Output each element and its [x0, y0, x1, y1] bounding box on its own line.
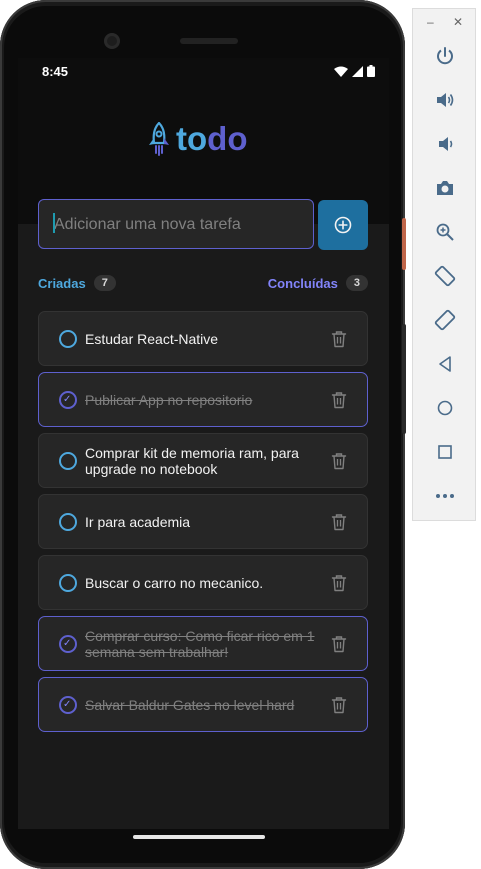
trash-icon[interactable] [331, 574, 347, 592]
back-icon [439, 356, 451, 372]
volume-down-icon [439, 137, 453, 151]
overview-button[interactable] [431, 438, 459, 466]
unchecked-circle-icon[interactable] [59, 329, 77, 348]
earpiece-speaker [180, 38, 238, 44]
add-task-button[interactable] [318, 200, 368, 250]
phone-frame: 8:45 todo Adicionar uma nova tarefa Cria… [0, 0, 406, 869]
front-camera [104, 33, 120, 49]
window-controls: – ✕ [413, 15, 475, 31]
done-label: Concluídas [267, 275, 338, 291]
task-text: Buscar o carro no mecanico. [85, 574, 264, 591]
logo-text-do: do [207, 120, 248, 157]
task-counters: Criadas 7 Concluídas 3 [38, 275, 368, 295]
back-button[interactable] [431, 350, 459, 378]
status-bar: 8:45 [18, 58, 389, 84]
more-button[interactable] [431, 482, 459, 510]
task-text: Salvar Baldur Gates no level hard [85, 696, 295, 713]
minimize-icon[interactable]: – [427, 15, 434, 29]
rotate-right-button[interactable] [431, 306, 459, 334]
new-task-form: Adicionar uma nova tarefa [38, 199, 368, 251]
app-screen: 8:45 todo Adicionar uma nova tarefa Cria… [18, 58, 389, 829]
volume-up-button[interactable] [431, 86, 459, 114]
check-icon: ✓ [63, 393, 72, 405]
app-logo: todo [148, 120, 247, 158]
task-item[interactable]: Estudar React-Native [38, 311, 368, 366]
wifi-icon [334, 66, 348, 77]
plus-circle-icon [334, 216, 352, 234]
rotate-left-button[interactable] [431, 262, 459, 290]
text-caret [53, 213, 55, 233]
trash-icon[interactable] [331, 330, 347, 348]
power-button[interactable] [431, 42, 459, 70]
task-item[interactable]: ✓ Comprar curso: Como ficar rico em 1 sem… [38, 616, 368, 671]
rocket-icon [149, 122, 169, 156]
new-task-input[interactable]: Adicionar uma nova tarefa [38, 199, 314, 249]
overview-icon [438, 445, 452, 459]
logo-text-to: to [176, 120, 208, 157]
trash-icon[interactable] [331, 513, 347, 531]
zoom-button[interactable] [431, 218, 459, 246]
checked-circle-icon[interactable]: ✓ [59, 390, 77, 409]
task-list: Estudar React-Native ✓ Publicar App no rep… [38, 311, 368, 738]
status-icons [334, 65, 375, 77]
volume-down-button[interactable] [431, 130, 459, 158]
created-label: Criadas [38, 275, 86, 291]
checked-circle-icon[interactable]: ✓ [59, 695, 77, 714]
close-icon[interactable]: ✕ [453, 15, 463, 29]
task-item[interactable]: Comprar kit de memoria ram, para upgrade… [38, 433, 368, 488]
screenshot-button[interactable] [431, 174, 459, 202]
task-item[interactable]: Buscar o carro no mecanico. [38, 555, 368, 610]
created-count-badge: 7 [93, 275, 116, 291]
task-text: Comprar kit de memoria ram, para upgrade… [85, 444, 299, 477]
created-counter: Criadas 7 [38, 275, 116, 291]
task-text: Comprar curso: Como ficar rico em 1 sema… [85, 627, 315, 660]
status-time: 8:45 [42, 64, 69, 79]
task-text: Ir para academia [85, 513, 191, 530]
power-side-button [402, 218, 406, 270]
task-item[interactable]: ✓ Publicar App no repositorio [38, 372, 368, 427]
emulator-toolbar: – ✕ [412, 8, 476, 521]
volume-up-icon [437, 93, 454, 107]
task-text: Estudar React-Native [85, 330, 219, 347]
trash-icon[interactable] [331, 635, 347, 653]
task-text: Publicar App no repositorio [85, 391, 253, 408]
trash-icon[interactable] [331, 696, 347, 714]
done-count-badge: 3 [345, 275, 368, 291]
power-icon [437, 47, 453, 65]
checked-circle-icon[interactable]: ✓ [59, 634, 77, 653]
trash-icon[interactable] [331, 452, 347, 470]
zoom-icon [436, 223, 454, 241]
home-button[interactable] [431, 394, 459, 422]
rotate-left-icon [434, 265, 456, 287]
unchecked-circle-icon[interactable] [59, 573, 77, 592]
home-icon [437, 400, 453, 416]
signal-icon [352, 65, 363, 77]
unchecked-circle-icon[interactable] [59, 512, 77, 531]
battery-icon [367, 65, 375, 77]
trash-icon[interactable] [331, 391, 347, 409]
task-item[interactable]: ✓ Salvar Baldur Gates no level hard [38, 677, 368, 732]
task-item[interactable]: Ir para academia [38, 494, 368, 549]
check-icon: ✓ [63, 698, 72, 710]
camera-icon [437, 181, 453, 195]
gesture-navigation-bar[interactable] [133, 835, 265, 839]
rotate-right-icon [434, 309, 456, 331]
check-icon: ✓ [63, 637, 72, 649]
more-icon [436, 494, 454, 498]
volume-side-button [402, 324, 406, 434]
done-counter: Concluídas 3 [268, 275, 368, 291]
unchecked-circle-icon[interactable] [59, 451, 77, 470]
